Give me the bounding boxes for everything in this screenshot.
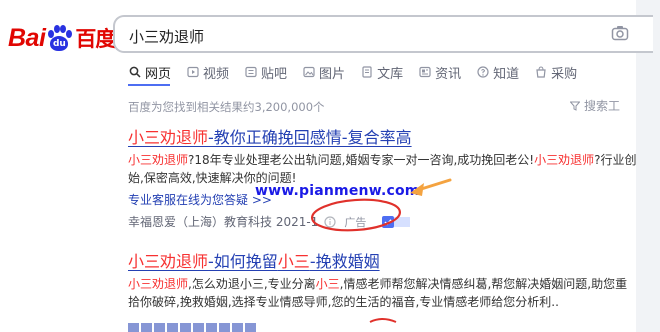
annotation-overlay xyxy=(310,178,452,323)
annotation-ellipse xyxy=(310,198,402,232)
annotation-arrowhead xyxy=(410,183,424,196)
annotation-partial-mark xyxy=(369,318,397,323)
